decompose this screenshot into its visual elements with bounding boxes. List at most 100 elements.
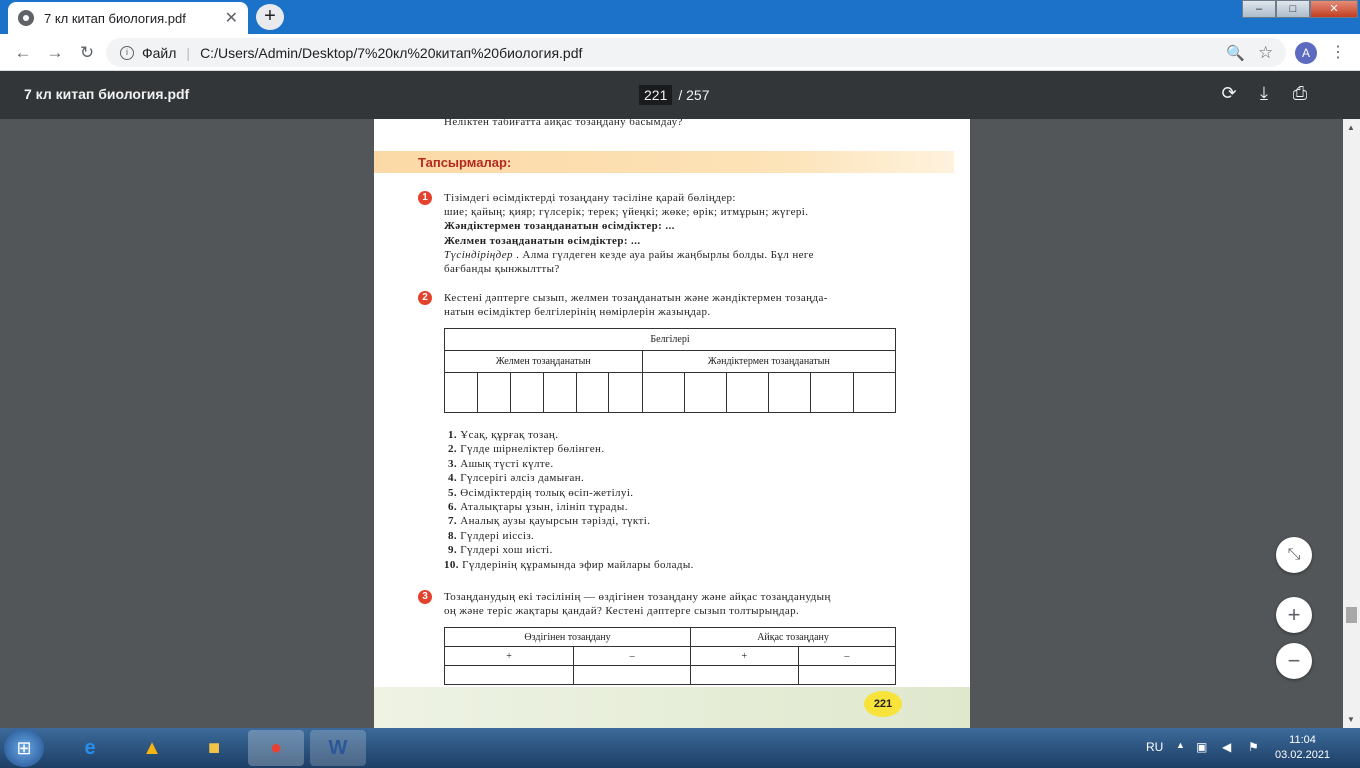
minus-cell: – bbox=[797, 646, 897, 666]
browser-tab[interactable]: 7 кл китап биология.pdf ✕ bbox=[8, 2, 248, 34]
list-item: 1. Ұсақ, құрғақ тозаң. bbox=[448, 429, 559, 441]
pdf-page: Неліктен табиғатта айқас тозаңдану басым… bbox=[374, 119, 970, 728]
pdf-viewer[interactable]: Неліктен табиғатта айқас тозаңдану басым… bbox=[0, 119, 1360, 728]
list-item: 2. Гүлде шірнеліктер бөлінген. bbox=[448, 443, 605, 456]
total-pages: / 257 bbox=[678, 87, 710, 103]
table-col-self: Өздігінен тозаңдану bbox=[443, 627, 692, 647]
plus-cell: + bbox=[443, 646, 575, 666]
list-item: 6. Аталықтары ұзын, ілініп тұрады. bbox=[448, 500, 628, 513]
task1-line4: Желмен тозаңданатын өсімдіктер: ... bbox=[444, 235, 641, 247]
list-item: 5. Өсімдіктердің толық өсіп-жетілуі. bbox=[448, 486, 634, 499]
scrollbar-thumb[interactable] bbox=[1346, 607, 1357, 623]
table-cell bbox=[476, 372, 511, 413]
window-controls: – □ ✕ bbox=[1242, 0, 1358, 18]
chrome-icon[interactable]: ● bbox=[248, 730, 304, 766]
window-close-button[interactable]: ✕ bbox=[1310, 0, 1358, 18]
volume-icon[interactable]: ◀ bbox=[1222, 740, 1231, 754]
page-indicator: 221 / 257 bbox=[639, 85, 710, 105]
tab-close-button[interactable]: ✕ bbox=[225, 8, 238, 28]
task2-line1: Кестені дәптерге сызып, желмен тозаңдана… bbox=[444, 292, 828, 304]
page-number-badge: 221 bbox=[864, 691, 902, 717]
network-icon[interactable]: ▣ bbox=[1196, 740, 1207, 754]
minimize-button[interactable]: – bbox=[1242, 0, 1276, 18]
reload-button[interactable]: ↻ bbox=[76, 42, 98, 64]
ie-icon[interactable]: e bbox=[62, 730, 118, 766]
page-number-input[interactable]: 221 bbox=[639, 85, 673, 105]
task1-line5-rest: . Алма гүлдеген кезде ауа райы жаңбырлы … bbox=[516, 249, 814, 261]
table-cell bbox=[542, 372, 577, 413]
tray-arrow-icon[interactable]: ▲ bbox=[1176, 740, 1185, 750]
list-item: 3. Ашық түсті күлте. bbox=[448, 457, 554, 470]
tab-title: 7 кл китап биология.pdf bbox=[44, 10, 186, 26]
table-cell bbox=[852, 372, 897, 413]
address-bar[interactable]: i Файл | C:/Users/Admin/Desktop/7%20кл%2… bbox=[106, 38, 1286, 67]
task-number-3: 3 bbox=[418, 590, 432, 604]
star-icon[interactable]: ☆ bbox=[1258, 43, 1273, 63]
list-item: 10. Гүлдерінің құрамында эфир майлары бо… bbox=[444, 558, 694, 571]
pdf-title: 7 кл китап биология.pdf bbox=[24, 86, 190, 102]
clock[interactable]: 11:04 03.02.2021 bbox=[1275, 733, 1330, 763]
task1-line2: шие; қайың; қияр; гүлсерік; терек; үйеңк… bbox=[444, 206, 809, 218]
new-tab-button[interactable]: + bbox=[256, 4, 284, 30]
back-button[interactable]: ← bbox=[12, 42, 34, 64]
table-cell bbox=[575, 372, 610, 413]
action-center-icon[interactable]: ⚑ bbox=[1248, 740, 1259, 754]
url-text[interactable]: C:/Users/Admin/Desktop/7%20кл%20китап%20… bbox=[200, 45, 582, 61]
scrollbar[interactable]: ▲ ▼ bbox=[1343, 119, 1360, 728]
menu-icon[interactable]: ⋮ bbox=[1330, 42, 1346, 62]
traits-table: Белгілері Желмен тозаңданатын Жәндіктерм… bbox=[444, 328, 897, 413]
table-cell bbox=[725, 372, 770, 413]
scroll-down-icon[interactable]: ▼ bbox=[1347, 715, 1355, 724]
table-cell bbox=[641, 372, 685, 413]
task1-line6: бағбанды қынжылтты? bbox=[444, 263, 560, 275]
word-icon[interactable]: W bbox=[310, 730, 366, 766]
task2-line2: натын өсімдіктер белгілерінің нөмірлерін… bbox=[444, 306, 711, 318]
list-item: 8. Гүлдері иіссіз. bbox=[448, 529, 535, 542]
browser-toolbar: ← → ↻ i Файл | C:/Users/Admin/Desktop/7%… bbox=[0, 34, 1360, 71]
scroll-up-icon[interactable]: ▲ bbox=[1347, 123, 1355, 132]
table-cell bbox=[573, 665, 692, 685]
list-item: 9. Гүлдері хош иісті. bbox=[448, 544, 553, 557]
table-cell bbox=[690, 665, 799, 685]
site-label: Файл bbox=[142, 44, 177, 61]
pollination-table: Өздігінен тозаңдану Айқас тозаңдану + – … bbox=[443, 627, 897, 685]
app-icon[interactable]: ▲ bbox=[124, 730, 180, 766]
rotate-icon[interactable]: ⟳ bbox=[1217, 83, 1241, 104]
maximize-button[interactable]: □ bbox=[1276, 0, 1310, 18]
tab-strip: 7 кл китап биология.pdf ✕ + – □ ✕ bbox=[0, 0, 1360, 34]
table-cell bbox=[810, 372, 854, 413]
table-cell bbox=[443, 665, 575, 685]
pdf-toolbar: 7 кл китап биология.pdf 221 / 257 ⟳ ⤓ ⎙ bbox=[0, 71, 1360, 119]
table-cell bbox=[444, 372, 478, 413]
fit-to-page-button[interactable]: ⤡ bbox=[1276, 537, 1312, 573]
question-text: Неліктен табиғатта айқас тозаңдану басым… bbox=[444, 119, 683, 128]
table-cell bbox=[683, 372, 727, 413]
zoom-out-button[interactable]: − bbox=[1276, 643, 1312, 679]
folder-icon[interactable]: ■ bbox=[186, 730, 242, 766]
task1-line1: Тізімдегі өсімдіктерді тозаңдану тәсілін… bbox=[444, 192, 736, 204]
table-cell bbox=[797, 665, 897, 685]
zoom-in-button[interactable]: + bbox=[1276, 597, 1312, 633]
taskbar: ⊞ e ▲ ■ ● W RU ▲ ▣ ◀ ⚑ 11:04 03.02.2021 bbox=[0, 728, 1360, 768]
tasks-banner: Тапсырмалар: bbox=[374, 151, 954, 173]
list-item: 7. Аналық аузы қауырсын тәрізді, түкті. bbox=[448, 515, 651, 528]
language-indicator[interactable]: RU bbox=[1146, 740, 1163, 754]
table-col-wind: Желмен тозаңданатын bbox=[444, 350, 643, 373]
task1-explain-word: Түсіндіріңдер bbox=[444, 249, 513, 261]
table-col-insect: Жәндіктермен тозаңданатын bbox=[641, 350, 897, 373]
clock-time: 11:04 bbox=[1289, 734, 1316, 746]
task-number-1: 1 bbox=[418, 191, 432, 205]
print-icon[interactable]: ⎙ bbox=[1288, 83, 1312, 104]
task3-line1: Тозаңданудың екі тәсілінің — өздігінен т… bbox=[444, 591, 831, 603]
zoom-icon[interactable]: 🔍 bbox=[1226, 44, 1245, 62]
clock-date: 03.02.2021 bbox=[1275, 749, 1331, 761]
forward-button[interactable]: → bbox=[44, 42, 66, 64]
info-icon[interactable]: i bbox=[120, 45, 134, 60]
table-header: Белгілері bbox=[444, 328, 896, 351]
task-number-2: 2 bbox=[418, 291, 432, 305]
tasks-heading: Тапсырмалар: bbox=[418, 155, 512, 170]
start-button[interactable]: ⊞ bbox=[4, 729, 44, 767]
plus-cell: + bbox=[690, 646, 799, 666]
download-icon[interactable]: ⤓ bbox=[1252, 83, 1276, 104]
avatar[interactable]: A bbox=[1295, 42, 1317, 64]
